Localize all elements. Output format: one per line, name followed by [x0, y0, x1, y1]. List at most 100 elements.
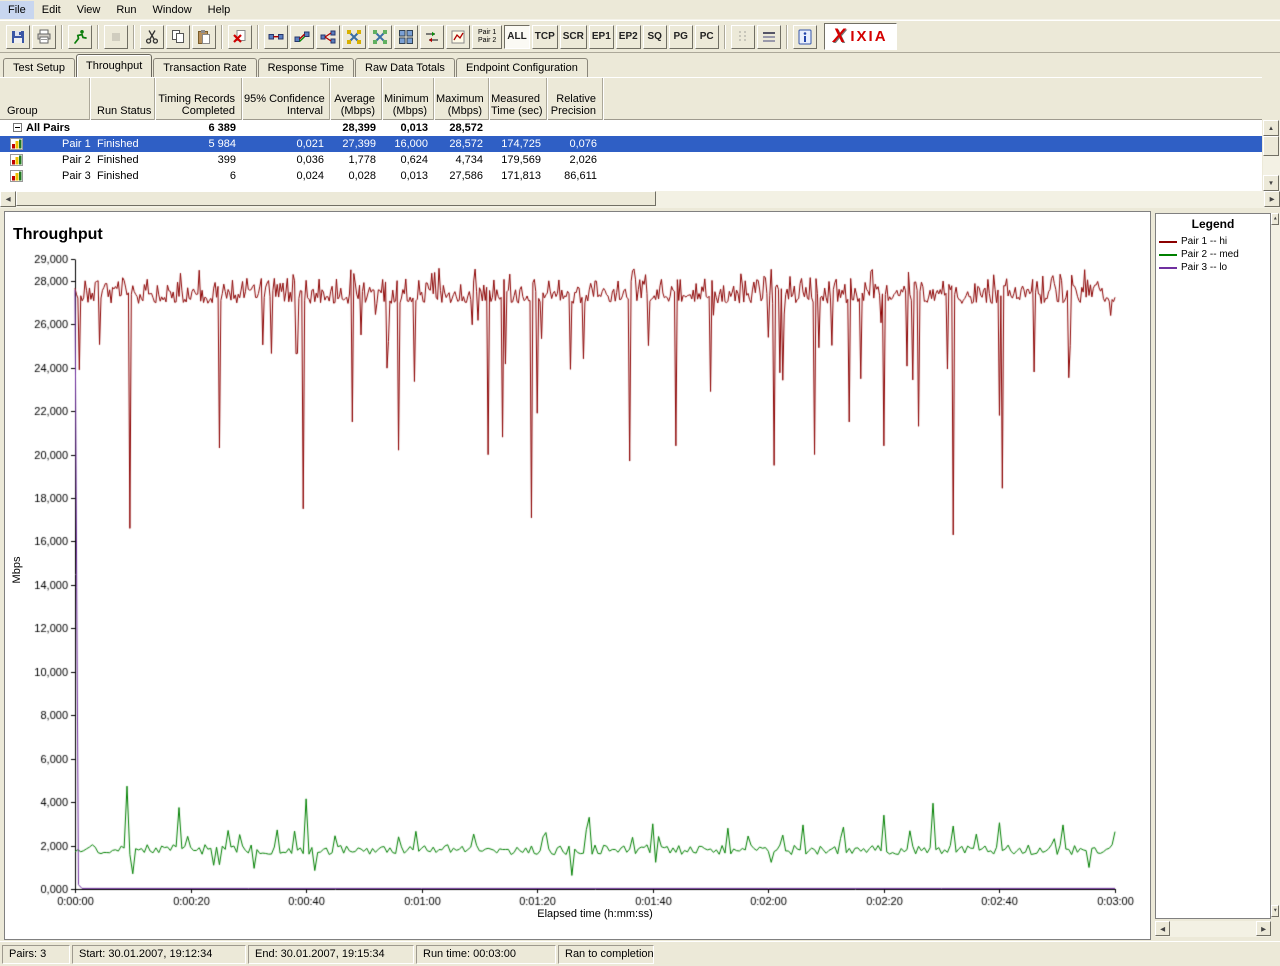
add-multicast-group-button[interactable] — [342, 24, 366, 49]
menu-view[interactable]: View — [69, 1, 109, 19]
scroll-right-arrow[interactable]: ▶ — [1264, 191, 1280, 207]
grid-row-all-pairs[interactable]: All Pairs 6 389 28,399 0,013 28,572 — [0, 120, 1262, 136]
scroll-up-arrow[interactable]: ▲ — [1271, 213, 1279, 225]
scroll-down-arrow[interactable]: ▼ — [1263, 175, 1279, 191]
tab-transaction-rate[interactable]: Transaction Rate — [153, 58, 257, 77]
tab-response-time[interactable]: Response Time — [257, 58, 355, 77]
menu-run[interactable]: Run — [108, 1, 144, 19]
cell-min: 0,013 — [400, 170, 428, 182]
ixia-logo-text: IXIA — [850, 28, 888, 45]
pane-vertical-scrollbar[interactable]: ▲ ▼ — [1271, 213, 1280, 917]
cell-min: 0,624 — [400, 154, 428, 166]
column-header-avg[interactable]: Average (Mbps) — [330, 78, 382, 120]
column-header-max[interactable]: Maximum (Mbps) — [434, 78, 489, 120]
cell-timing: 6 389 — [208, 122, 236, 134]
stop-icon — [108, 29, 124, 45]
column-header-ci[interactable]: 95% Confidence Interval — [242, 78, 330, 120]
grid-row-pair-2[interactable]: Pair 2 Finished 399 0,036 1,778 0,624 4,734 179… — [0, 152, 1262, 168]
column-header-label: Time (sec) — [491, 105, 543, 117]
add-vpn-pair-button[interactable] — [290, 24, 314, 49]
view-pg-button[interactable]: PG — [668, 24, 693, 49]
cell-min: 0,013 — [400, 122, 428, 134]
pair-label: Pair 2 — [62, 154, 91, 166]
column-header-label: 95% Confidence — [244, 93, 325, 105]
cell-ci: 0,036 — [296, 154, 324, 166]
column-header-time[interactable]: Measured Time (sec) — [489, 78, 547, 120]
replicate-pair-button[interactable] — [394, 24, 418, 49]
scroll-right-arrow[interactable]: ▶ — [1256, 921, 1271, 936]
column-header-label: Timing Records — [158, 93, 235, 105]
scroll-up-arrow[interactable]: ▲ — [1263, 120, 1279, 136]
column-header-status[interactable]: Run Status — [90, 78, 155, 120]
view-ep1-button[interactable]: EP1 — [588, 24, 614, 49]
stop-test-button[interactable] — [104, 24, 128, 49]
copy-button[interactable] — [166, 24, 190, 49]
triangle-down-icon: ▼ — [1267, 179, 1275, 187]
column-header-min[interactable]: Minimum (Mbps) — [382, 78, 434, 120]
cell-ci: 0,024 — [296, 170, 324, 182]
save-button[interactable] — [6, 24, 30, 49]
swap-endpoints-button[interactable] — [420, 24, 444, 49]
menu-edit[interactable]: Edit — [34, 1, 69, 19]
menu-file[interactable]: File — [0, 0, 34, 19]
column-header-timing[interactable]: Timing Records Completed — [155, 78, 242, 120]
cell-time: 174,725 — [501, 138, 541, 150]
scroll-left-arrow[interactable]: ◀ — [0, 191, 16, 207]
tab-throughput[interactable]: Throughput — [75, 54, 153, 77]
menu-window[interactable]: Window — [145, 1, 200, 19]
column-header-group[interactable]: Group — [0, 78, 90, 120]
menu-help[interactable]: Help — [200, 1, 239, 19]
delete-button[interactable] — [228, 24, 252, 49]
scroll-left-arrow[interactable]: ◀ — [1155, 921, 1170, 936]
add-pair-button[interactable] — [264, 24, 288, 49]
cut-button[interactable] — [140, 24, 164, 49]
column-header-prec[interactable]: Relative Precision — [547, 78, 603, 120]
grid-vertical-scrollbar[interactable]: ▲ ▼ — [1263, 120, 1280, 191]
legend-horizontal-scrollbar[interactable]: ◀ ▶ — [1155, 921, 1271, 937]
add-multicast-pair-button[interactable] — [368, 24, 392, 49]
scroll-down-arrow[interactable]: ▼ — [1271, 905, 1279, 917]
cell-avg: 1,778 — [348, 154, 376, 166]
paste-button[interactable] — [192, 24, 216, 49]
legend-line-swatch — [1159, 240, 1177, 243]
view-tcp-button[interactable]: TCP — [531, 24, 558, 49]
help-button[interactable] — [792, 24, 817, 49]
grid-row-pair-3[interactable]: Pair 3 Finished 6 0,024 0,028 0,013 27,586 171,… — [0, 168, 1262, 184]
view-scr-button[interactable]: SCR — [559, 24, 587, 49]
scroll-thumb[interactable] — [16, 191, 656, 206]
endpoint-map-button[interactable] — [446, 24, 470, 49]
column-header-label: (Mbps) — [447, 105, 482, 117]
columns-button[interactable] — [730, 24, 755, 49]
chart-title: Throughput — [13, 226, 103, 243]
ixia-logo-mark: X — [832, 26, 846, 47]
view-all-button[interactable]: ALL — [504, 24, 530, 49]
paste-icon — [196, 29, 212, 45]
collapse-group-icon[interactable] — [13, 123, 22, 132]
print-button[interactable] — [32, 24, 56, 49]
tab-endpoint-configuration[interactable]: Endpoint Configuration — [455, 58, 588, 77]
view-ep2-button[interactable]: EP2 — [615, 24, 641, 49]
pair-list-label: Pair 1 Pair 2 — [478, 28, 497, 44]
run-test-button[interactable] — [68, 24, 92, 49]
legend-panel: Legend Pair 1 -- hi Pair 2 -- med Pair 3 -… — [1155, 213, 1271, 919]
cell-timing: 399 — [217, 154, 236, 166]
view-sq-button[interactable]: SQ — [642, 24, 667, 49]
pair-list-button[interactable]: Pair 1 Pair 2 — [472, 24, 503, 49]
report-button[interactable] — [756, 24, 781, 49]
legend-line-swatch — [1159, 253, 1177, 256]
add-hardware-pair-button[interactable] — [316, 24, 340, 49]
cell-prec: 2,026 — [569, 154, 597, 166]
legend-entry-label: Pair 3 -- lo — [1181, 262, 1228, 273]
legend-title: Legend — [1191, 217, 1235, 231]
view-pc-button[interactable]: PC — [694, 24, 719, 49]
tab-raw-data-totals[interactable]: Raw Data Totals — [355, 58, 455, 77]
tab-test-setup[interactable]: Test Setup — [3, 58, 75, 77]
cell-time: 179,569 — [501, 154, 541, 166]
scroll-thumb[interactable] — [1263, 136, 1279, 156]
triangle-up-icon: ▲ — [1272, 216, 1278, 222]
grid-row-pair-1[interactable]: Pair 1 Finished 5 984 0,021 27,399 16,000 28,5… — [0, 136, 1262, 152]
grid-horizontal-scrollbar[interactable]: ◀ ▶ — [0, 191, 1280, 208]
add-pair-icon — [268, 29, 284, 45]
triangle-up-icon: ▲ — [1267, 124, 1275, 132]
toolbar-button-label: PC — [699, 31, 714, 42]
